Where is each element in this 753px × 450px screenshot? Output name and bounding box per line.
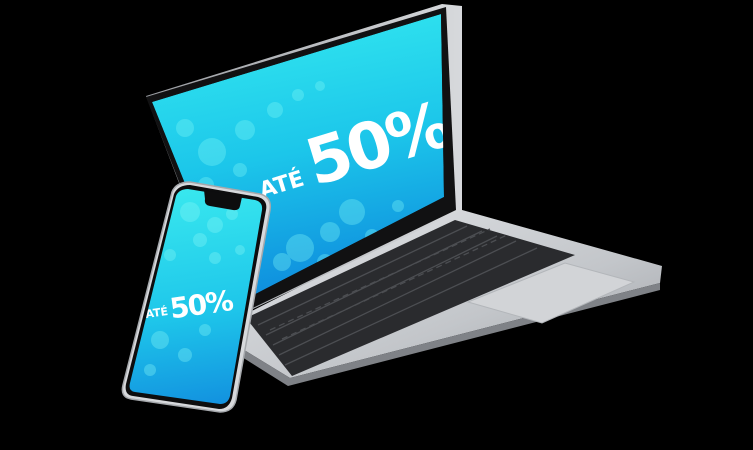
promo-illustration: ATÉ 50% ATÉ 50% xyxy=(121,4,662,413)
